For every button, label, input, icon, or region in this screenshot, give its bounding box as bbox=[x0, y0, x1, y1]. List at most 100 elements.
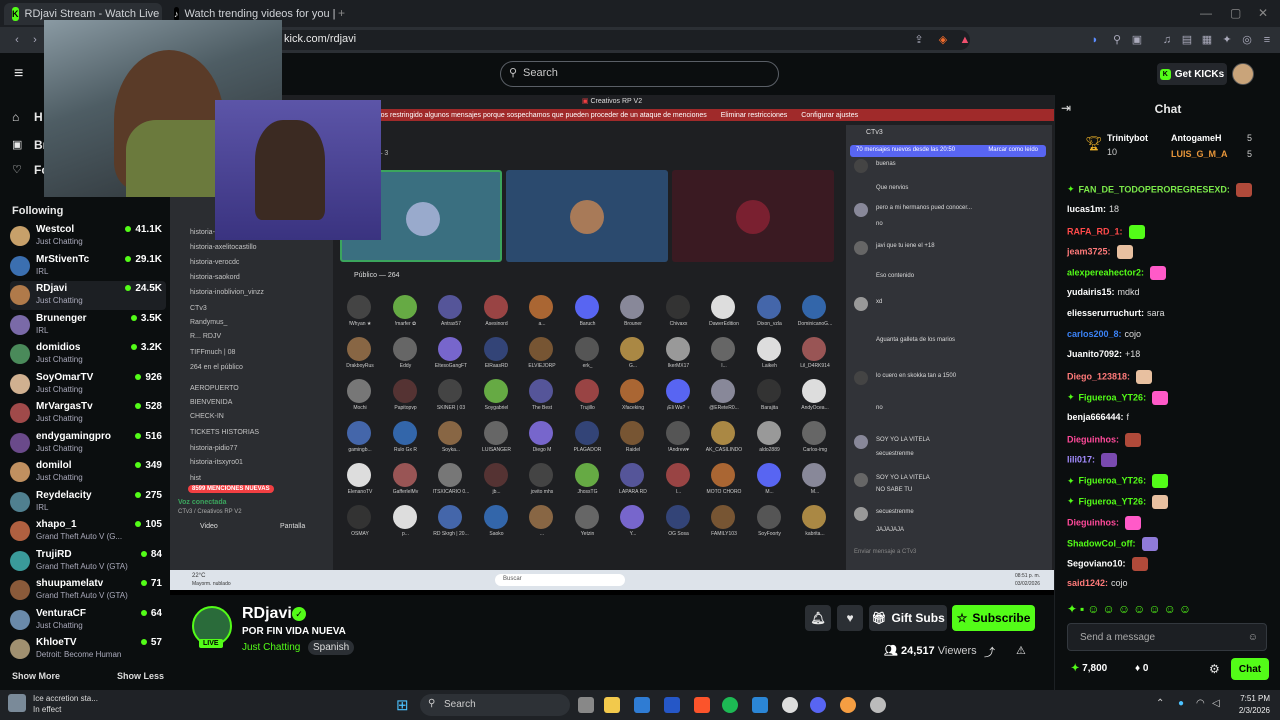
audience-member[interactable]: FAMILY103 bbox=[704, 505, 744, 545]
audience-member[interactable]: Eddy bbox=[386, 337, 426, 377]
chat-username[interactable]: said1242: bbox=[1067, 578, 1108, 588]
sidebar-icon[interactable]: ▤ bbox=[1180, 33, 1194, 47]
close-window-icon[interactable]: ✕ bbox=[1258, 6, 1268, 20]
audience-member[interactable]: Yetzin bbox=[568, 505, 608, 545]
chat-username[interactable]: FAN_DE_TODOPEROREGRESEXD: bbox=[1079, 184, 1230, 194]
category-link[interactable]: Just Chatting bbox=[242, 642, 300, 653]
audience-member[interactable]: EltesoGangFT bbox=[431, 337, 471, 377]
discord-channel[interactable]: historia-inoblivion_vinzz bbox=[190, 289, 330, 301]
audience-member[interactable]: Raidel bbox=[613, 421, 653, 461]
app-icon[interactable] bbox=[840, 697, 856, 713]
audience-member[interactable]: !Whyan ★ bbox=[340, 295, 380, 335]
audience-member[interactable]: Mochi bbox=[340, 379, 380, 419]
audience-member[interactable]: erk_ bbox=[568, 337, 608, 377]
audience-member[interactable]: Asesinord bbox=[477, 295, 517, 335]
chat-username[interactable]: Diego_123818: bbox=[1067, 372, 1130, 382]
discord-channel[interactable]: BIENVENIDA bbox=[190, 399, 330, 411]
volume-icon[interactable]: ◁ bbox=[1212, 698, 1220, 709]
audience-member[interactable]: The Best bbox=[522, 379, 562, 419]
tray-chevron-icon[interactable]: ⌃ bbox=[1156, 698, 1164, 709]
audience-member[interactable]: Lil_D4RK914 bbox=[795, 337, 835, 377]
discord-channel[interactable]: TIFFmuch | 08 bbox=[190, 349, 330, 361]
audience-member[interactable]: jovito mhs bbox=[522, 463, 562, 503]
remove-restrictions-link[interactable]: Eliminar restricciones bbox=[721, 112, 788, 119]
chat-username[interactable]: lili017: bbox=[1067, 455, 1095, 465]
audience-member[interactable]: LUISANGER bbox=[477, 421, 517, 461]
minimize-icon[interactable]: — bbox=[1200, 6, 1212, 20]
audience-member[interactable]: Rulo Gx R bbox=[386, 421, 426, 461]
discord-channel[interactable]: 264 en el público bbox=[190, 364, 330, 376]
report-icon[interactable]: ⚠ bbox=[1016, 644, 1026, 657]
audience-member[interactable]: JhossTG bbox=[568, 463, 608, 503]
share-icon[interactable]: ⇪ bbox=[912, 33, 926, 47]
audience-member[interactable]: GafferlelMv bbox=[386, 463, 426, 503]
discord-channel[interactable]: historia-itsxyro01 bbox=[190, 459, 330, 471]
configure-link[interactable]: Configurar ajustes bbox=[801, 112, 858, 119]
channel-item[interactable]: shuupamelatv Grand Theft Auto V (GTA) 71 bbox=[10, 576, 166, 605]
chat-username[interactable]: Figueroa_YT26: bbox=[1079, 476, 1147, 486]
chat-username[interactable]: jeam3725: bbox=[1067, 247, 1111, 257]
discord-icon[interactable] bbox=[810, 697, 826, 713]
hamburger-icon[interactable]: ≡ bbox=[14, 65, 23, 83]
audience-member[interactable]: ITSXICARIO 0... bbox=[431, 463, 471, 503]
discord-channel[interactable]: CHECK-IN bbox=[190, 413, 330, 425]
chat-username[interactable]: benja666444: bbox=[1067, 412, 1124, 422]
channel-item[interactable]: TrujiRD Grand Theft Auto V (GTA) 84 bbox=[10, 547, 166, 576]
forward-icon[interactable]: › bbox=[28, 33, 42, 47]
chat-username[interactable]: Figueroa_YT26: bbox=[1079, 496, 1147, 506]
app-icon[interactable] bbox=[870, 697, 886, 713]
audience-member[interactable]: a... bbox=[522, 295, 562, 335]
audience-member[interactable]: Saoko bbox=[477, 505, 517, 545]
channel-item[interactable]: domidios Just Chatting 3.2K bbox=[10, 340, 166, 369]
kicks-balance[interactable]: ✦ 7,800 bbox=[1071, 663, 1107, 674]
channel-item[interactable]: xhapo_1 Grand Theft Auto V (G... 105 bbox=[10, 517, 166, 546]
audience-member[interactable]: SKINER | 03 bbox=[431, 379, 471, 419]
discord-channel[interactable]: historia-saokord bbox=[190, 274, 330, 286]
channel-item[interactable]: Westcol Just Chatting 41.1K bbox=[10, 222, 166, 251]
chat-username[interactable]: Segoviano10: bbox=[1067, 559, 1126, 569]
audience-member[interactable]: Y... bbox=[613, 505, 653, 545]
emoji-icon[interactable]: ☺ bbox=[1248, 632, 1258, 643]
audience-member[interactable]: @EReteR0... bbox=[704, 379, 744, 419]
gear-icon[interactable]: ⚙ bbox=[1209, 662, 1220, 676]
channel-item[interactable]: MrVargasTv Just Chatting 528 bbox=[10, 399, 166, 428]
home-icon[interactable]: ⌂ bbox=[12, 110, 19, 124]
chat-username[interactable]: RAFA_RD_1: bbox=[1067, 226, 1123, 236]
channel-item[interactable]: Reydelacity IRL 275 bbox=[10, 488, 166, 517]
back-icon[interactable]: ‹ bbox=[10, 33, 24, 47]
audience-member[interactable]: kabrita... bbox=[795, 505, 835, 545]
url-input[interactable]: kick.com/rdjavi bbox=[250, 30, 970, 50]
search-input[interactable]: ⚲ Search bbox=[500, 61, 779, 87]
share-icon[interactable]: ⤴ bbox=[984, 644, 995, 660]
audience-member[interactable]: Papitopvp bbox=[386, 379, 426, 419]
audience-member[interactable]: Baruch bbox=[568, 295, 608, 335]
discord-channel[interactable]: historia-verocdc bbox=[190, 259, 330, 271]
wifi-icon[interactable]: ◠ bbox=[1196, 698, 1205, 709]
clock-date[interactable]: 2/3/2026 bbox=[1226, 706, 1270, 715]
task-view-icon[interactable] bbox=[578, 697, 594, 713]
streamer-name[interactable]: RDjavi bbox=[242, 605, 292, 623]
menu-icon[interactable]: ≡ bbox=[1260, 33, 1274, 47]
audience-member[interactable]: ... bbox=[522, 505, 562, 545]
audience-member[interactable]: DominicanoG... bbox=[795, 295, 835, 335]
audience-member[interactable]: IkerMX17 bbox=[659, 337, 699, 377]
vscode-icon[interactable] bbox=[752, 697, 768, 713]
clock-time[interactable]: 7:51 PM bbox=[1232, 694, 1270, 703]
browse-icon[interactable]: ▣ bbox=[12, 138, 22, 151]
channel-item[interactable]: KhloeTV Detroit: Become Human 57 bbox=[10, 635, 166, 664]
audience-member[interactable]: DawerEdition bbox=[704, 295, 744, 335]
chat-username[interactable]: Dieguinhos: bbox=[1067, 517, 1119, 527]
vpn-icon[interactable]: ◎ bbox=[1240, 33, 1254, 47]
audience-member[interactable]: AK_CASILINDO bbox=[704, 421, 744, 461]
audience-member[interactable]: jb... bbox=[477, 463, 517, 503]
maximize-icon[interactable]: ▢ bbox=[1230, 6, 1241, 20]
audience-member[interactable]: MOTO CHORO bbox=[704, 463, 744, 503]
channel-item[interactable]: VenturaCF Just Chatting 64 bbox=[10, 606, 166, 635]
discord-channel[interactable]: historia-pidio77 bbox=[190, 445, 330, 457]
spotify-icon[interactable] bbox=[722, 697, 738, 713]
channel-item[interactable]: endygamingpro Just Chatting 516 bbox=[10, 429, 166, 458]
audience-member[interactable]: Antrax57 bbox=[431, 295, 471, 335]
audience-member[interactable]: ELVIEJORP bbox=[522, 337, 562, 377]
audience-member[interactable]: ElenanoTV bbox=[340, 463, 380, 503]
audience-member[interactable]: G... bbox=[613, 337, 653, 377]
